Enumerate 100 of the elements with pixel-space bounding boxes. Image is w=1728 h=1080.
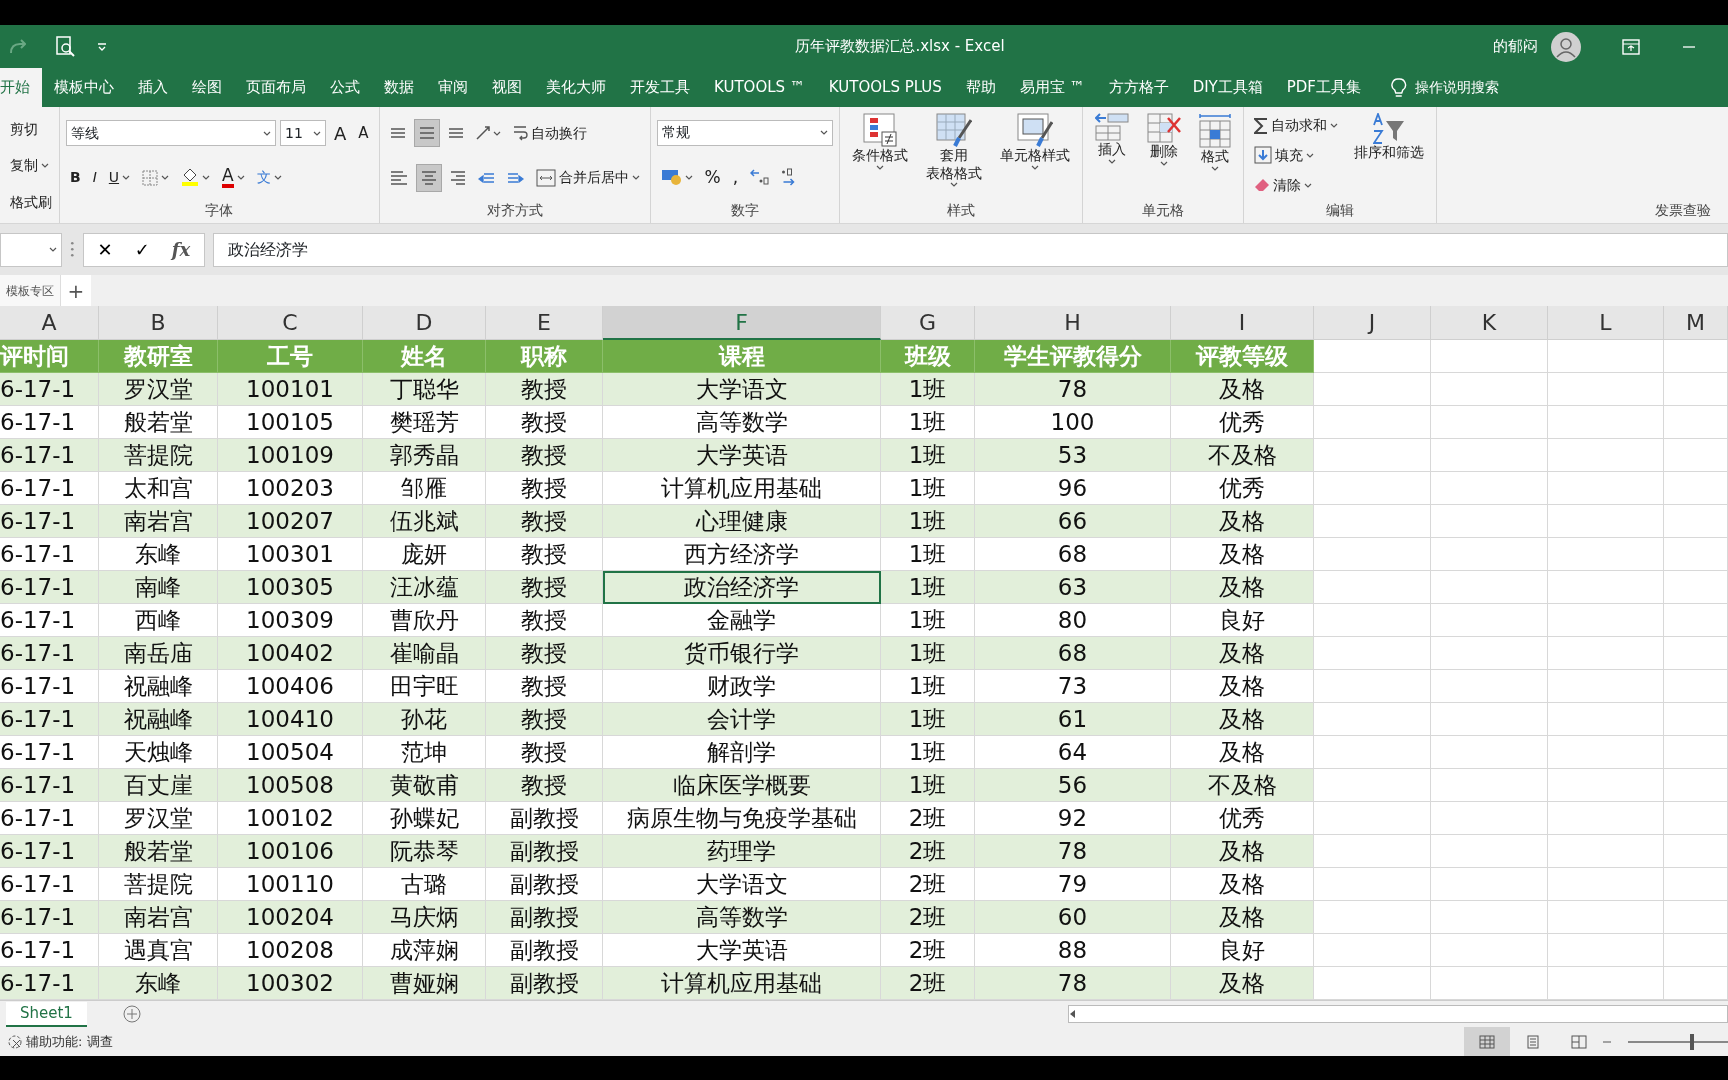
column-header[interactable]: G: [881, 306, 975, 340]
ribbon-tab[interactable]: KUTOOLS PLUS: [816, 68, 954, 107]
ribbon-tab[interactable]: KUTOOLS ™: [702, 68, 817, 107]
user-name[interactable]: 的郁闷: [1493, 35, 1538, 58]
phonetic-button[interactable]: 文: [252, 163, 286, 192]
view-button[interactable]: [1464, 1027, 1510, 1056]
table-cell: 罗汉堂: [99, 373, 218, 406]
add-tab-button[interactable]: +: [61, 275, 91, 306]
column-header[interactable]: F: [603, 306, 881, 340]
autosum-button[interactable]: 自动求和: [1249, 111, 1342, 140]
column-header[interactable]: J: [1314, 306, 1431, 340]
ribbon-button[interactable]: 删除: [1140, 111, 1187, 200]
insert-function-button[interactable]: fx: [171, 236, 191, 263]
add-sheet-icon[interactable]: [122, 1005, 141, 1023]
caret-icon: [684, 174, 693, 180]
cut-button[interactable]: 剪切: [6, 115, 42, 144]
format-painter-button[interactable]: 格式刷: [6, 188, 56, 217]
table-cell: 及格: [1171, 505, 1314, 538]
ribbon-display-icon[interactable]: [1622, 38, 1640, 55]
enter-button[interactable]: ✓: [134, 236, 150, 263]
workbook-tab[interactable]: 模板专区: [0, 275, 61, 306]
grow-font-button[interactable]: A: [330, 119, 351, 148]
merge-center-button[interactable]: 合并后居中: [531, 163, 644, 192]
print-preview-icon[interactable]: [56, 36, 75, 57]
ribbon-button[interactable]: 排序和筛选: [1347, 111, 1430, 200]
drag-handle-icon[interactable]: [70, 241, 75, 258]
italic-button[interactable]: I: [88, 163, 101, 192]
ribbon-button[interactable]: 套用 表格格式: [919, 111, 988, 200]
ribbon-tab[interactable]: 绘图: [180, 68, 234, 107]
ribbon-tab[interactable]: 模板中心: [42, 68, 126, 107]
percent-button[interactable]: %: [700, 163, 725, 192]
shrink-font-button[interactable]: A: [354, 119, 373, 148]
table-cell: 100106: [218, 835, 363, 868]
font-color-button[interactable]: A: [218, 163, 249, 192]
column-header[interactable]: L: [1548, 306, 1664, 340]
table-cell: 2班: [881, 835, 975, 868]
cancel-button[interactable]: ✕: [97, 236, 113, 263]
avatar-icon[interactable]: [1550, 30, 1582, 63]
align-center-button[interactable]: [415, 163, 442, 192]
ribbon-tab[interactable]: 视图: [480, 68, 534, 107]
table-cell: 及格: [1171, 637, 1314, 670]
ribbon-tab[interactable]: 开发工具: [618, 68, 702, 107]
lightbulb-icon[interactable]: [1391, 77, 1407, 97]
ribbon-button[interactable]: 条件格式: [845, 111, 914, 200]
column-header[interactable]: C: [218, 306, 363, 340]
underline-button[interactable]: U: [104, 163, 135, 192]
column-header[interactable]: D: [363, 306, 486, 340]
column-header[interactable]: A: [0, 306, 99, 340]
ribbon-tab[interactable]: 美化大师: [534, 68, 618, 107]
column-header[interactable]: K: [1431, 306, 1548, 340]
column-header[interactable]: E: [486, 306, 603, 340]
table-cell: 及格: [1171, 373, 1314, 406]
bold-button[interactable]: B: [66, 163, 85, 192]
sheet-tab[interactable]: Sheet1: [6, 1001, 87, 1027]
accessibility-status[interactable]: 辅助功能: 调查: [26, 1031, 113, 1052]
ribbon-tab[interactable]: 公式: [318, 68, 372, 107]
customize-icon[interactable]: [97, 42, 107, 51]
horizontal-scrollbar[interactable]: [1068, 1005, 1728, 1023]
wrap-text-button[interactable]: 自动换行: [508, 119, 591, 148]
ribbon-tab[interactable]: PDF工具集: [1274, 68, 1373, 107]
ribbon-tab[interactable]: DIY工具箱: [1180, 68, 1275, 107]
ribbon-tab[interactable]: 数据: [372, 68, 426, 107]
table-cell: 孙花: [363, 703, 486, 736]
table-cell: 伍兆斌: [363, 505, 486, 538]
column-header[interactable]: B: [99, 306, 218, 340]
clear-button[interactable]: 清除: [1249, 171, 1316, 200]
ribbon-button[interactable]: 插入: [1088, 111, 1135, 200]
table-cell: 曹娅娴: [363, 967, 486, 1000]
window-title: 历年评教数据汇总.xlsx - Excel: [794, 36, 1006, 58]
ribbon-tab[interactable]: 审阅: [426, 68, 480, 107]
comma-button[interactable]: ,: [728, 163, 743, 192]
column-header[interactable]: I: [1171, 306, 1314, 340]
table-cell: 1班: [881, 439, 975, 472]
column-header[interactable]: H: [975, 306, 1171, 340]
align-middle-button[interactable]: [413, 119, 440, 148]
copy-button[interactable]: 复制: [6, 152, 53, 180]
search-field[interactable]: 操作说明搜索: [1414, 77, 1499, 98]
table-cell: 60: [975, 901, 1171, 934]
column-header[interactable]: M: [1664, 306, 1728, 340]
ribbon-tab[interactable]: 页面布局: [234, 68, 318, 107]
dropdown-field[interactable]: 11: [280, 120, 326, 147]
dropdown-field[interactable]: 等线: [66, 120, 276, 147]
table-cell: 6-17-1: [0, 439, 99, 472]
scroll-left-icon[interactable]: [1069, 1009, 1076, 1019]
ribbon-button[interactable]: 格式: [1192, 111, 1237, 200]
table-cell: 郭秀晶: [363, 439, 486, 472]
ribbon-tab[interactable]: 易用宝 ™: [1007, 68, 1097, 107]
fill-button[interactable]: 填充: [1249, 141, 1318, 170]
ribbon-tab[interactable]: 方方格子: [1096, 68, 1181, 107]
ribbon-button[interactable]: 单元格样式: [993, 111, 1076, 200]
accessibility-icon[interactable]: [8, 1034, 22, 1049]
ribbon-tab[interactable]: 插入: [126, 68, 180, 107]
sigma-icon: [1253, 117, 1268, 134]
dropdown-field[interactable]: 常规: [656, 119, 833, 146]
selected-cell[interactable]: 政治经济学: [603, 571, 881, 604]
redo-icon[interactable]: [10, 39, 26, 54]
formula-input[interactable]: 政治经济学: [213, 232, 1728, 267]
ribbon-tab[interactable]: 开始: [0, 68, 42, 107]
group-label: 样式: [945, 201, 976, 220]
ribbon-tab[interactable]: 帮助: [953, 68, 1008, 107]
